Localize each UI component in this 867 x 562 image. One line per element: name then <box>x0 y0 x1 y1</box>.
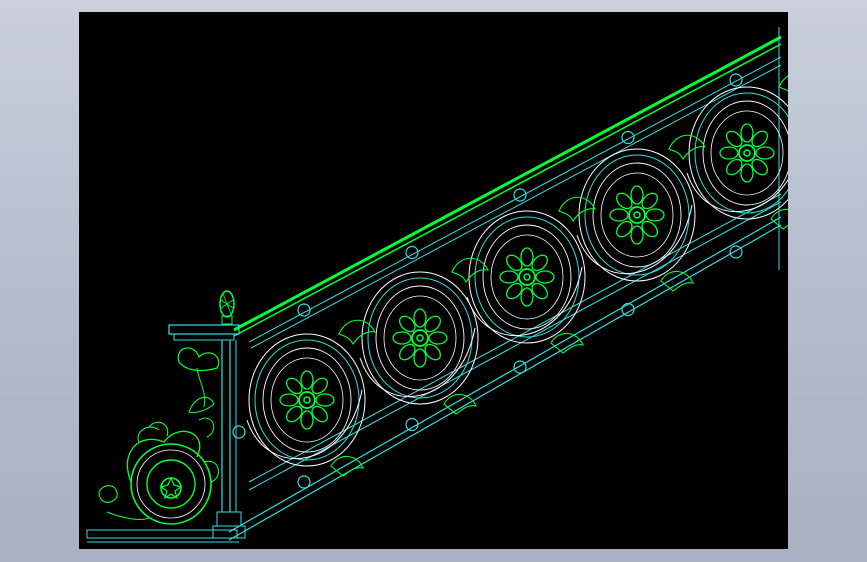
rivet <box>232 425 246 439</box>
rivet <box>513 360 527 374</box>
medallion <box>246 333 366 467</box>
leaf-bottom <box>550 332 584 354</box>
newel-post <box>86 290 246 543</box>
rivet <box>729 245 743 259</box>
acanthus-leaf-ornaments <box>330 75 788 477</box>
medallion <box>466 210 586 344</box>
medallion <box>359 271 479 405</box>
rivet <box>621 130 635 145</box>
cad-drawing-viewport[interactable] <box>79 12 788 549</box>
medallion-row <box>246 86 788 467</box>
leaf-bottom <box>443 393 477 415</box>
medallion <box>576 148 696 282</box>
leaf-bottom <box>660 270 694 292</box>
stair-railing-drawing <box>86 27 788 543</box>
leaf-top <box>558 196 596 223</box>
handrail <box>233 35 782 349</box>
rivet <box>297 475 311 489</box>
rivet <box>729 73 743 87</box>
volute-scroll <box>98 347 220 525</box>
leaf-top <box>668 134 706 161</box>
bottom-rail <box>228 27 782 541</box>
leaf-top <box>778 75 788 92</box>
rail-rivets <box>232 73 743 489</box>
